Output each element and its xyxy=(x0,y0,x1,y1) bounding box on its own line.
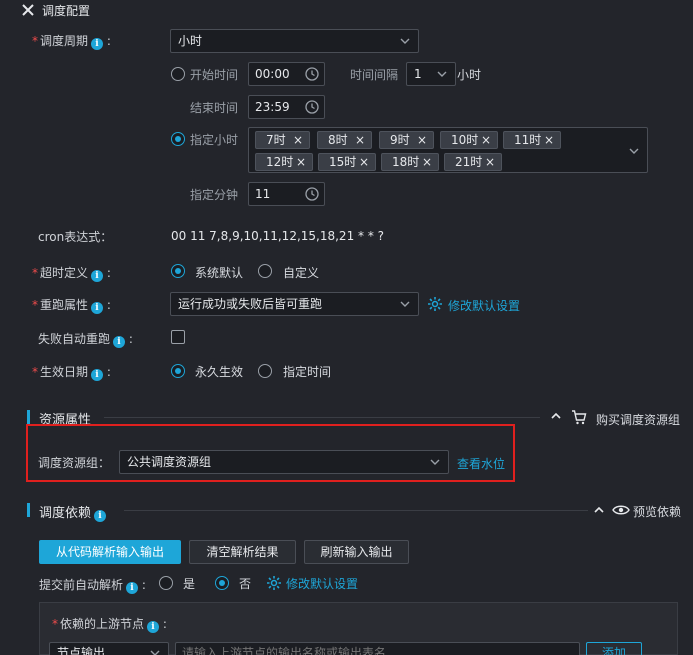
effective-forever-label: 永久生效 xyxy=(195,365,244,379)
tag-close-icon[interactable]: × xyxy=(355,132,365,148)
specified-hours-multiselect[interactable]: 7时 × 8时 × 9时 × 10时 × 11时 × 12时 × 15时 × 18时 × 21时… xyxy=(248,127,648,173)
tag-close-icon[interactable]: × xyxy=(544,132,554,148)
modify-default-link[interactable]: 修改默认设置 xyxy=(448,297,520,314)
tag-close-icon[interactable]: × xyxy=(359,154,369,170)
info-icon[interactable]: i xyxy=(91,270,104,282)
schedule-cycle-select[interactable]: 小时 xyxy=(170,29,419,53)
auto-parse-yes-label: 是 xyxy=(183,577,196,591)
section-marker xyxy=(27,410,30,424)
panel-title: 调度配置 xyxy=(42,4,91,18)
panel-header: 调度配置 xyxy=(0,0,693,20)
tag-close-icon[interactable]: × xyxy=(296,154,306,170)
chevron-down-icon xyxy=(150,650,160,655)
info-icon[interactable]: i xyxy=(91,302,104,314)
clock-icon xyxy=(305,67,319,81)
auto-rerun-label: 失败自动重跑 i : xyxy=(38,332,133,348)
buy-resource-link[interactable]: 购买调度资源组 xyxy=(596,411,680,428)
refresh-io-button[interactable]: 刷新输入输出 xyxy=(304,540,409,564)
effective-specified-label: 指定时间 xyxy=(283,365,332,379)
view-water-level-link[interactable]: 查看水位 xyxy=(457,455,505,472)
tag-close-icon[interactable]: × xyxy=(422,154,432,170)
hour-tag: 9时 × xyxy=(379,131,434,149)
cart-icon[interactable] xyxy=(571,410,587,425)
parse-code-button[interactable]: 从代码解析输入输出 xyxy=(39,540,181,564)
hour-tag: 21时 × xyxy=(444,153,502,171)
upstream-label: * 依赖的上游节点 i : xyxy=(52,617,167,633)
specified-minute-input[interactable]: 11 xyxy=(248,182,325,206)
timeout-custom-radio[interactable] xyxy=(258,264,272,278)
hour-tag: 18时 × xyxy=(381,153,439,171)
auto-rerun-checkbox[interactable] xyxy=(171,330,185,344)
hour-tag: 8时 × xyxy=(317,131,372,149)
gear-icon[interactable] xyxy=(427,296,443,312)
section-marker xyxy=(27,503,30,517)
resource-group-label: 调度资源组： xyxy=(38,456,111,470)
hour-tag: 7时 × xyxy=(255,131,310,149)
tag-close-icon[interactable]: × xyxy=(417,132,427,148)
tag-close-icon[interactable]: × xyxy=(481,132,491,148)
node-type-select[interactable]: 节点输出 xyxy=(49,642,169,655)
schedule-cycle-label: * 调度周期 i : xyxy=(32,34,111,50)
interval-select[interactable]: 1 xyxy=(406,62,456,86)
effective-forever-radio[interactable] xyxy=(171,364,185,378)
tag-close-icon[interactable]: × xyxy=(293,132,303,148)
timeout-default-radio[interactable] xyxy=(171,264,185,278)
info-icon[interactable]: i xyxy=(91,38,104,50)
info-icon[interactable]: i xyxy=(94,510,107,522)
start-time-label: 开始时间 xyxy=(190,68,239,82)
chevron-down-icon xyxy=(400,38,410,44)
hour-tag: 10时 × xyxy=(440,131,498,149)
cron-expression: 00 11 7,8,9,10,11,12,15,18,21 * * ? xyxy=(171,229,385,243)
eye-icon[interactable] xyxy=(612,504,630,516)
hour-tag: 15时 × xyxy=(318,153,376,171)
timeout-label: * 超时定义 i : xyxy=(32,266,111,282)
info-icon[interactable]: i xyxy=(91,369,104,381)
gear-icon[interactable] xyxy=(266,575,282,591)
interval-unit: 小时 xyxy=(457,68,482,82)
close-icon[interactable] xyxy=(20,2,36,18)
auto-parse-no-radio[interactable] xyxy=(215,576,229,590)
modify-default-link[interactable]: 修改默认设置 xyxy=(286,575,358,592)
chevron-down-icon xyxy=(400,301,410,307)
timeout-custom-label: 自定义 xyxy=(283,266,320,280)
hour-tag: 12时 × xyxy=(255,153,313,171)
clear-parse-button[interactable]: 清空解析结果 xyxy=(189,540,296,564)
chevron-up-icon[interactable] xyxy=(594,506,604,514)
auto-parse-yes-radio[interactable] xyxy=(159,576,173,590)
rerun-label: * 重跑属性 i : xyxy=(32,298,111,314)
resource-group-select[interactable]: 公共调度资源组 xyxy=(119,450,449,474)
info-icon[interactable]: i xyxy=(126,582,139,594)
rerun-select[interactable]: 运行成功或失败后皆可重跑 xyxy=(170,292,419,316)
specified-minute-label: 指定分钟 xyxy=(190,188,239,202)
chevron-up-icon[interactable] xyxy=(551,412,561,420)
info-icon[interactable]: i xyxy=(113,336,126,348)
auto-parse-no-label: 否 xyxy=(239,577,252,591)
timeout-default-label: 系统默认 xyxy=(195,266,244,280)
effective-specified-radio[interactable] xyxy=(258,364,272,378)
auto-parse-label: 提交前自动解析 i : xyxy=(39,578,146,594)
dependency-section-title: 调度依赖 i xyxy=(39,502,107,522)
end-time-label: 结束时间 xyxy=(190,101,239,115)
upstream-search-input[interactable] xyxy=(175,642,580,655)
cron-label: cron表达式： xyxy=(38,230,113,244)
info-icon[interactable]: i xyxy=(147,621,160,633)
section-divider xyxy=(104,417,540,418)
section-divider xyxy=(124,510,588,511)
clock-icon xyxy=(305,187,319,201)
specified-hours-radio[interactable] xyxy=(171,132,185,146)
chevron-down-icon xyxy=(629,148,639,154)
effective-date-label: * 生效日期 i : xyxy=(32,365,111,381)
start-time-radio[interactable] xyxy=(171,67,185,81)
tag-close-icon[interactable]: × xyxy=(485,154,495,170)
add-upstream-button[interactable]: 添加 xyxy=(586,642,642,655)
chevron-down-icon xyxy=(437,71,447,77)
start-time-input[interactable]: 00:00 xyxy=(248,62,325,86)
interval-label: 时间间隔 xyxy=(350,68,399,82)
end-time-input[interactable]: 23:59 xyxy=(248,95,325,119)
preview-dependency-link[interactable]: 预览依赖 xyxy=(633,503,681,520)
hour-tag: 11时 × xyxy=(503,131,561,149)
specified-hours-label: 指定小时 xyxy=(190,133,239,147)
clock-icon xyxy=(305,100,319,114)
chevron-down-icon xyxy=(430,459,440,465)
